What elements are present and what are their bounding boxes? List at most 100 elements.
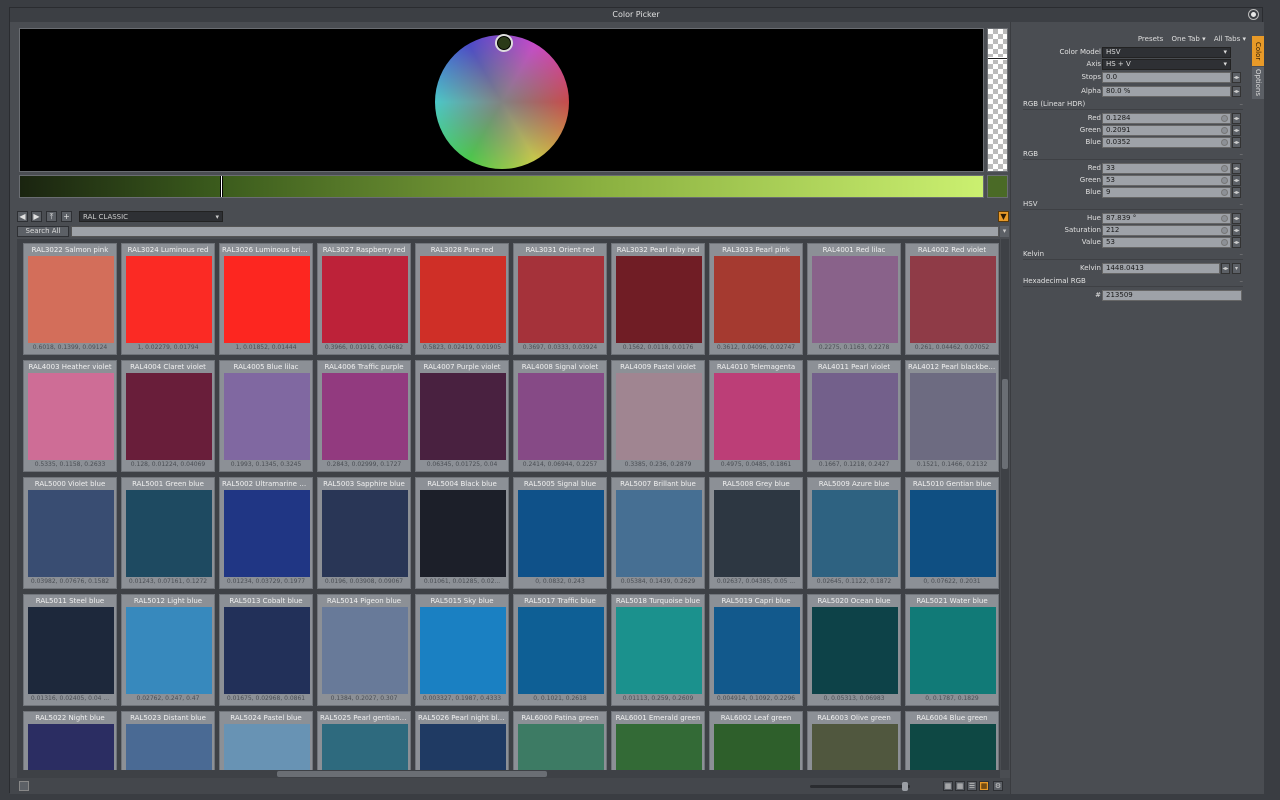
collapse-icon[interactable]: –: [1240, 276, 1244, 287]
stepper-icon[interactable]: ◂▸: [1232, 125, 1241, 136]
swatch-color[interactable]: [322, 490, 408, 577]
swatch-card[interactable]: RAL5019 Capri blue 0.004914, 0.1092, 0.22…: [709, 594, 803, 706]
swatch-card[interactable]: RAL5001 Green blue 0.01243, 0.07161, 0.12…: [121, 477, 215, 589]
swatch-card[interactable]: RAL5020 Ocean blue 0, 0.05313, 0.06983: [807, 594, 901, 706]
swatch-card[interactable]: RAL3032 Pearl ruby red 0.1562, 0.0118, 0.…: [611, 243, 705, 355]
swatch-card[interactable]: RAL5000 Violet blue 0.03982, 0.07676, 0.1…: [23, 477, 117, 589]
vertical-scrollbar[interactable]: [1001, 239, 1009, 770]
swatch-color[interactable]: [812, 490, 898, 577]
color-wheel-area[interactable]: [19, 28, 984, 172]
swatch-card[interactable]: RAL5024 Pastel blue: [219, 711, 313, 770]
swatch-card[interactable]: RAL4004 Claret violet 0.128, 0.01224, 0.0…: [121, 360, 215, 472]
stepper-icon[interactable]: ◂▸: [1232, 72, 1241, 83]
color-wheel[interactable]: [435, 35, 569, 169]
swatch-card[interactable]: RAL3024 Luminous red 1, 0.02279, 0.01794: [121, 243, 215, 355]
section-hsv[interactable]: HSV –: [1023, 199, 1243, 210]
list-view-icon[interactable]: ☰: [967, 781, 977, 791]
swatch-card[interactable]: RAL4011 Pearl violet 0.1667, 0.1218, 0.24…: [807, 360, 901, 472]
swatch-color[interactable]: [714, 490, 800, 577]
swatch-color[interactable]: [910, 607, 996, 694]
swatch-color[interactable]: [322, 724, 408, 770]
lin-green-field[interactable]: 0.2091: [1102, 125, 1231, 136]
swatch-color[interactable]: [322, 256, 408, 343]
swatch-card[interactable]: RAL3033 Pearl pink 0.3612, 0.04096, 0.027…: [709, 243, 803, 355]
stepper-icon[interactable]: ◂▸: [1232, 225, 1241, 236]
gear-icon[interactable]: ⚙: [993, 781, 1003, 791]
swatch-color[interactable]: [910, 256, 996, 343]
swatch-card[interactable]: RAL5004 Black blue 0.01061, 0.01285, 0.02…: [415, 477, 509, 589]
large-grid-icon[interactable]: ▦: [943, 781, 953, 791]
swatch-color[interactable]: [322, 373, 408, 460]
swatch-color[interactable]: [714, 607, 800, 694]
rgb-green-field[interactable]: 53: [1102, 175, 1231, 186]
swatch-color[interactable]: [126, 607, 212, 694]
value-strip[interactable]: [19, 175, 984, 198]
swatch-card[interactable]: RAL6000 Patina green: [513, 711, 607, 770]
swatch-color[interactable]: [224, 256, 310, 343]
swatch-card[interactable]: RAL3028 Pure red 0.5823, 0.02419, 0.01905: [415, 243, 509, 355]
kelvin-field[interactable]: 1448.0413: [1102, 263, 1220, 274]
dial-icon[interactable]: [1221, 227, 1228, 234]
stepper-icon[interactable]: ◂▸: [1232, 237, 1241, 248]
dial-icon[interactable]: [1221, 215, 1228, 222]
swatch-card[interactable]: RAL5015 Sky blue 0.003327, 0.1987, 0.4333: [415, 594, 509, 706]
swatch-card[interactable]: RAL5010 Gentian blue 0, 0.07622, 0.2031: [905, 477, 999, 589]
value-field[interactable]: 53: [1102, 237, 1231, 248]
swatch-card[interactable]: RAL5013 Cobalt blue 0.01675, 0.02968, 0.0…: [219, 594, 313, 706]
alpha-strip[interactable]: [987, 28, 1008, 172]
dial-icon[interactable]: [1221, 239, 1228, 246]
forward-arrow-icon[interactable]: ▶: [31, 211, 42, 222]
swatch-view-icon[interactable]: ▦: [979, 781, 989, 791]
swatch-color[interactable]: [812, 724, 898, 770]
swatch-color[interactable]: [126, 256, 212, 343]
slider-knob[interactable]: [902, 782, 908, 791]
swatch-color[interactable]: [126, 490, 212, 577]
swatch-color[interactable]: [126, 373, 212, 460]
swatch-color[interactable]: [616, 256, 702, 343]
swatch-card[interactable]: RAL6002 Leaf green: [709, 711, 803, 770]
dial-icon[interactable]: [1221, 189, 1228, 196]
swatch-color[interactable]: [224, 724, 310, 770]
swatch-color[interactable]: [420, 607, 506, 694]
swatch-card[interactable]: RAL5014 Pigeon blue 0.1384, 0.2027, 0.307: [317, 594, 411, 706]
swatch-color[interactable]: [910, 724, 996, 770]
collapse-icon[interactable]: –: [1240, 149, 1244, 160]
preset-library-select[interactable]: RAL CLASSIC ▾: [79, 211, 223, 222]
swatch-color[interactable]: [518, 490, 604, 577]
swatch-card[interactable]: RAL5008 Grey blue 0.02637, 0.04385, 0.05 …: [709, 477, 803, 589]
lin-blue-field[interactable]: 0.0352: [1102, 137, 1231, 148]
swatch-card[interactable]: RAL4006 Traffic purple 0.2843, 0.02999, 0…: [317, 360, 411, 472]
swatch-card[interactable]: RAL5025 Pearl gentian blue: [317, 711, 411, 770]
stepper-icon[interactable]: ◂▸: [1232, 86, 1241, 97]
collapse-icon[interactable]: –: [1240, 249, 1244, 260]
swatch-card[interactable]: RAL4007 Purple violet 0.06345, 0.01725, 0…: [415, 360, 509, 472]
swatch-color[interactable]: [420, 490, 506, 577]
swatch-card[interactable]: RAL3026 Luminous bright red 1, 0.01852, 0…: [219, 243, 313, 355]
swatch-color[interactable]: [126, 724, 212, 770]
swatch-card[interactable]: RAL6001 Emerald green: [611, 711, 705, 770]
search-all-button[interactable]: Search All: [17, 226, 69, 237]
horizontal-scrollbar[interactable]: [17, 770, 1000, 778]
swatch-color[interactable]: [812, 373, 898, 460]
expand-icon[interactable]: [19, 781, 29, 791]
swatch-card[interactable]: RAL4009 Pastel violet 0.3385, 0.236, 0.28…: [611, 360, 705, 472]
swatch-card[interactable]: RAL5012 Light blue 0.02762, 0.247, 0.47: [121, 594, 215, 706]
stepper-icon[interactable]: ◂▸: [1232, 137, 1241, 148]
swatch-card[interactable]: RAL4001 Red lilac 0.2275, 0.1163, 0.2278: [807, 243, 901, 355]
swatch-card[interactable]: RAL5018 Turquoise blue 0.01113, 0.259, 0.…: [611, 594, 705, 706]
dial-icon[interactable]: [1221, 177, 1228, 184]
stepper-icon[interactable]: ◂▸: [1232, 213, 1241, 224]
all-tabs-button[interactable]: All Tabs ▾: [1214, 35, 1246, 43]
swatch-color[interactable]: [28, 373, 114, 460]
back-arrow-icon[interactable]: ◀: [17, 211, 28, 222]
alpha-marker[interactable]: [988, 57, 1007, 60]
swatch-card[interactable]: RAL5003 Sapphire blue 0.0196, 0.03908, 0.…: [317, 477, 411, 589]
lin-red-field[interactable]: 0.1284: [1102, 113, 1231, 124]
swatch-card[interactable]: RAL5017 Traffic blue 0, 0.1021, 0.2618: [513, 594, 607, 706]
swatch-card[interactable]: RAL3022 Salmon pink 0.6018, 0.1399, 0.091…: [23, 243, 117, 355]
collapse-icon[interactable]: –: [1240, 99, 1244, 110]
swatch-color[interactable]: [714, 256, 800, 343]
swatch-color[interactable]: [420, 373, 506, 460]
stepper-icon[interactable]: ◂▸: [1232, 113, 1241, 124]
dial-icon[interactable]: [1221, 165, 1228, 172]
